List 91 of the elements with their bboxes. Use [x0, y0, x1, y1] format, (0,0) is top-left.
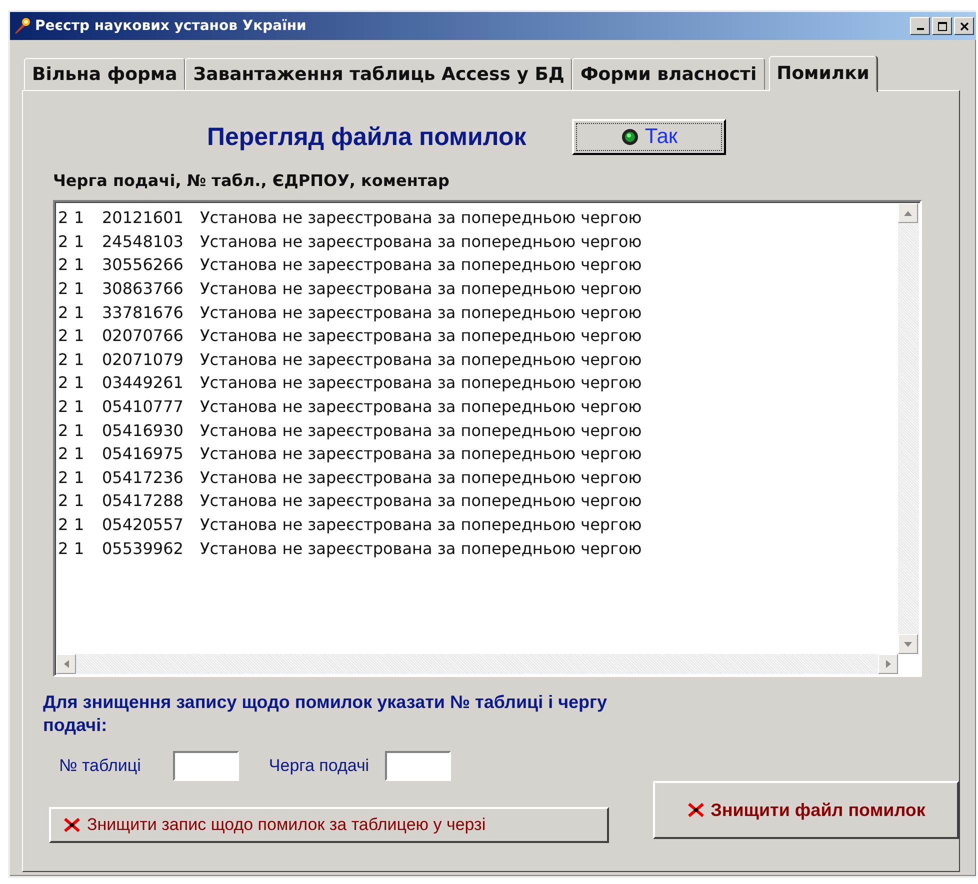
- code-cell-text: 24548103: [102, 232, 184, 251]
- minimize-button[interactable]: [910, 17, 930, 35]
- torch-icon: [13, 17, 31, 35]
- table-cell-text: 1: [74, 208, 86, 228]
- code-cell-text: 20121601: [102, 208, 184, 228]
- list-caption: Черга подачі, № табл., ЄДРПОУ, коментар: [53, 171, 450, 190]
- horizontal-scrollbar[interactable]: [56, 654, 898, 674]
- table-cell-text: 1: [74, 279, 86, 298]
- comment-cell: Установа не зареєстрована за попередньою чергою: [200, 397, 642, 416]
- maximize-icon: [938, 22, 946, 30]
- cross-icon: [63, 817, 81, 833]
- comment-cell: Установа не зареєстрована за попередньою чергою: [200, 373, 642, 392]
- tab[interactable]: Помилки: [768, 56, 878, 92]
- panel-heading: Перегляд файла помилок: [207, 122, 526, 152]
- input-field[interactable]: [172, 751, 239, 781]
- comment-cell: Установа не зареєстрована за попередньою чергою: [200, 468, 642, 487]
- up-arrow-icon: [904, 210, 912, 216]
- queue-cell-text: 2: [58, 302, 70, 322]
- cross-icon: [686, 802, 705, 818]
- queue-cell-text: 2: [58, 279, 70, 298]
- code-cell-text: 05417236: [102, 468, 184, 487]
- comment-cell: Установа не зареєстрована за попередньою чергою: [200, 491, 642, 510]
- down-arrow-icon: [904, 642, 912, 646]
- code-cell-text: 30556266: [102, 255, 184, 274]
- comment-cell: Установа не зареєстрована за попередньою чергою: [200, 420, 642, 440]
- code-cell-text: 05417288: [102, 491, 184, 510]
- comment-cell: Установа не зареєстрована за попередньою чергою: [200, 208, 642, 228]
- code-cell-text: 03449261: [102, 373, 184, 392]
- code-cell-text: 05416975: [102, 444, 184, 464]
- queue-cell-text: 2: [58, 491, 70, 510]
- table-cell-text: 1: [74, 255, 86, 274]
- code-cell-text: 05420557: [102, 515, 184, 534]
- code-cell-text: 02070766: [102, 326, 184, 346]
- table-cell-text: 1: [74, 538, 86, 558]
- code-cell-text: 33781676: [102, 302, 184, 322]
- comment-cell: Установа не зареєстрована за попередньою чергою: [200, 515, 642, 534]
- queue-cell-text: 2: [58, 468, 70, 487]
- table-cell-text: 1: [74, 326, 86, 346]
- tab[interactable]: Форми власності: [572, 58, 765, 90]
- minimize-icon: [916, 28, 924, 30]
- queue-cell-text: 2: [58, 373, 70, 392]
- queue-cell-text: 2: [58, 326, 70, 346]
- comment-cell: Установа не зареєстрована за попередньою чергою: [200, 232, 642, 251]
- queue-cell-text: 2: [58, 538, 70, 558]
- code-cell-text: 05539962: [102, 538, 184, 558]
- queue-cell-text: 2: [58, 232, 70, 251]
- table-cell-text: 1: [74, 468, 86, 487]
- code-cell-text: 02071079: [102, 350, 184, 369]
- comment-cell: Установа не зареєстрована за попередньою чергою: [200, 444, 642, 464]
- comment-cell: Установа не зареєстрована за попередньою чергою: [200, 350, 642, 369]
- left-arrow-icon: [64, 660, 68, 668]
- table-cell-text: 1: [74, 302, 86, 322]
- close-button[interactable]: [954, 17, 974, 35]
- table-cell-text: 1: [74, 397, 86, 416]
- tab[interactable]: Вільна форма: [24, 58, 186, 90]
- delete-instructions: Для знищення запису щодо помилок указати № таблиці і чергу подачі:: [43, 691, 608, 737]
- delete-record-button[interactable]: Знищити запис щодо помилок за таблицею у черзі: [49, 807, 609, 843]
- field-label: № таблиці: [59, 756, 141, 776]
- queue-cell-text: 2: [58, 444, 70, 464]
- window-title: Реєстр наукових установ України: [35, 18, 308, 34]
- queue-cell-text: 2: [58, 515, 70, 534]
- table-cell-text: 1: [74, 444, 86, 464]
- maximize-button[interactable]: [932, 17, 952, 35]
- vertical-scrollbar[interactable]: [898, 203, 919, 654]
- table-cell-text: 1: [74, 491, 86, 510]
- table-cell-text: 1: [74, 515, 86, 534]
- comment-cell: Установа не зареєстрована за попередньою чергою: [200, 255, 642, 274]
- right-arrow-icon: [886, 660, 890, 668]
- tab[interactable]: Завантаження таблиць Access у БД: [185, 58, 572, 90]
- queue-cell-text: 2: [58, 208, 70, 228]
- comment-cell: Установа не зареєстрована за попередньою чергою: [200, 326, 642, 346]
- delete-file-button[interactable]: Знищити файл помилок: [653, 781, 959, 839]
- close-icon: [960, 22, 968, 30]
- comment-cell: Установа не зареєстрована за попередньою чергою: [200, 302, 642, 322]
- code-cell-text: 30863766: [102, 279, 184, 298]
- table-cell-text: 1: [74, 350, 86, 369]
- table-cell-text: 1: [74, 232, 86, 251]
- queue-cell-text: 2: [58, 255, 70, 274]
- queue-cell-text: 2: [58, 397, 70, 416]
- code-cell-text: 05410777: [102, 397, 184, 416]
- field-label: Черга подачі: [268, 756, 370, 776]
- code-cell-text: 05416930: [102, 420, 184, 440]
- queue-cell-text: 2: [58, 350, 70, 369]
- comment-cell: Установа не зареєстрована за попередньою чергою: [200, 538, 642, 558]
- indicator-icon: [620, 128, 639, 146]
- ok-button[interactable]: Так: [572, 119, 726, 155]
- input-field[interactable]: [385, 751, 452, 781]
- comment-cell: Установа не зареєстрована за попередньою чергою: [200, 279, 642, 298]
- table-cell-text: 1: [74, 373, 86, 392]
- queue-cell-text: 2: [58, 420, 70, 440]
- table-cell-text: 1: [74, 420, 86, 440]
